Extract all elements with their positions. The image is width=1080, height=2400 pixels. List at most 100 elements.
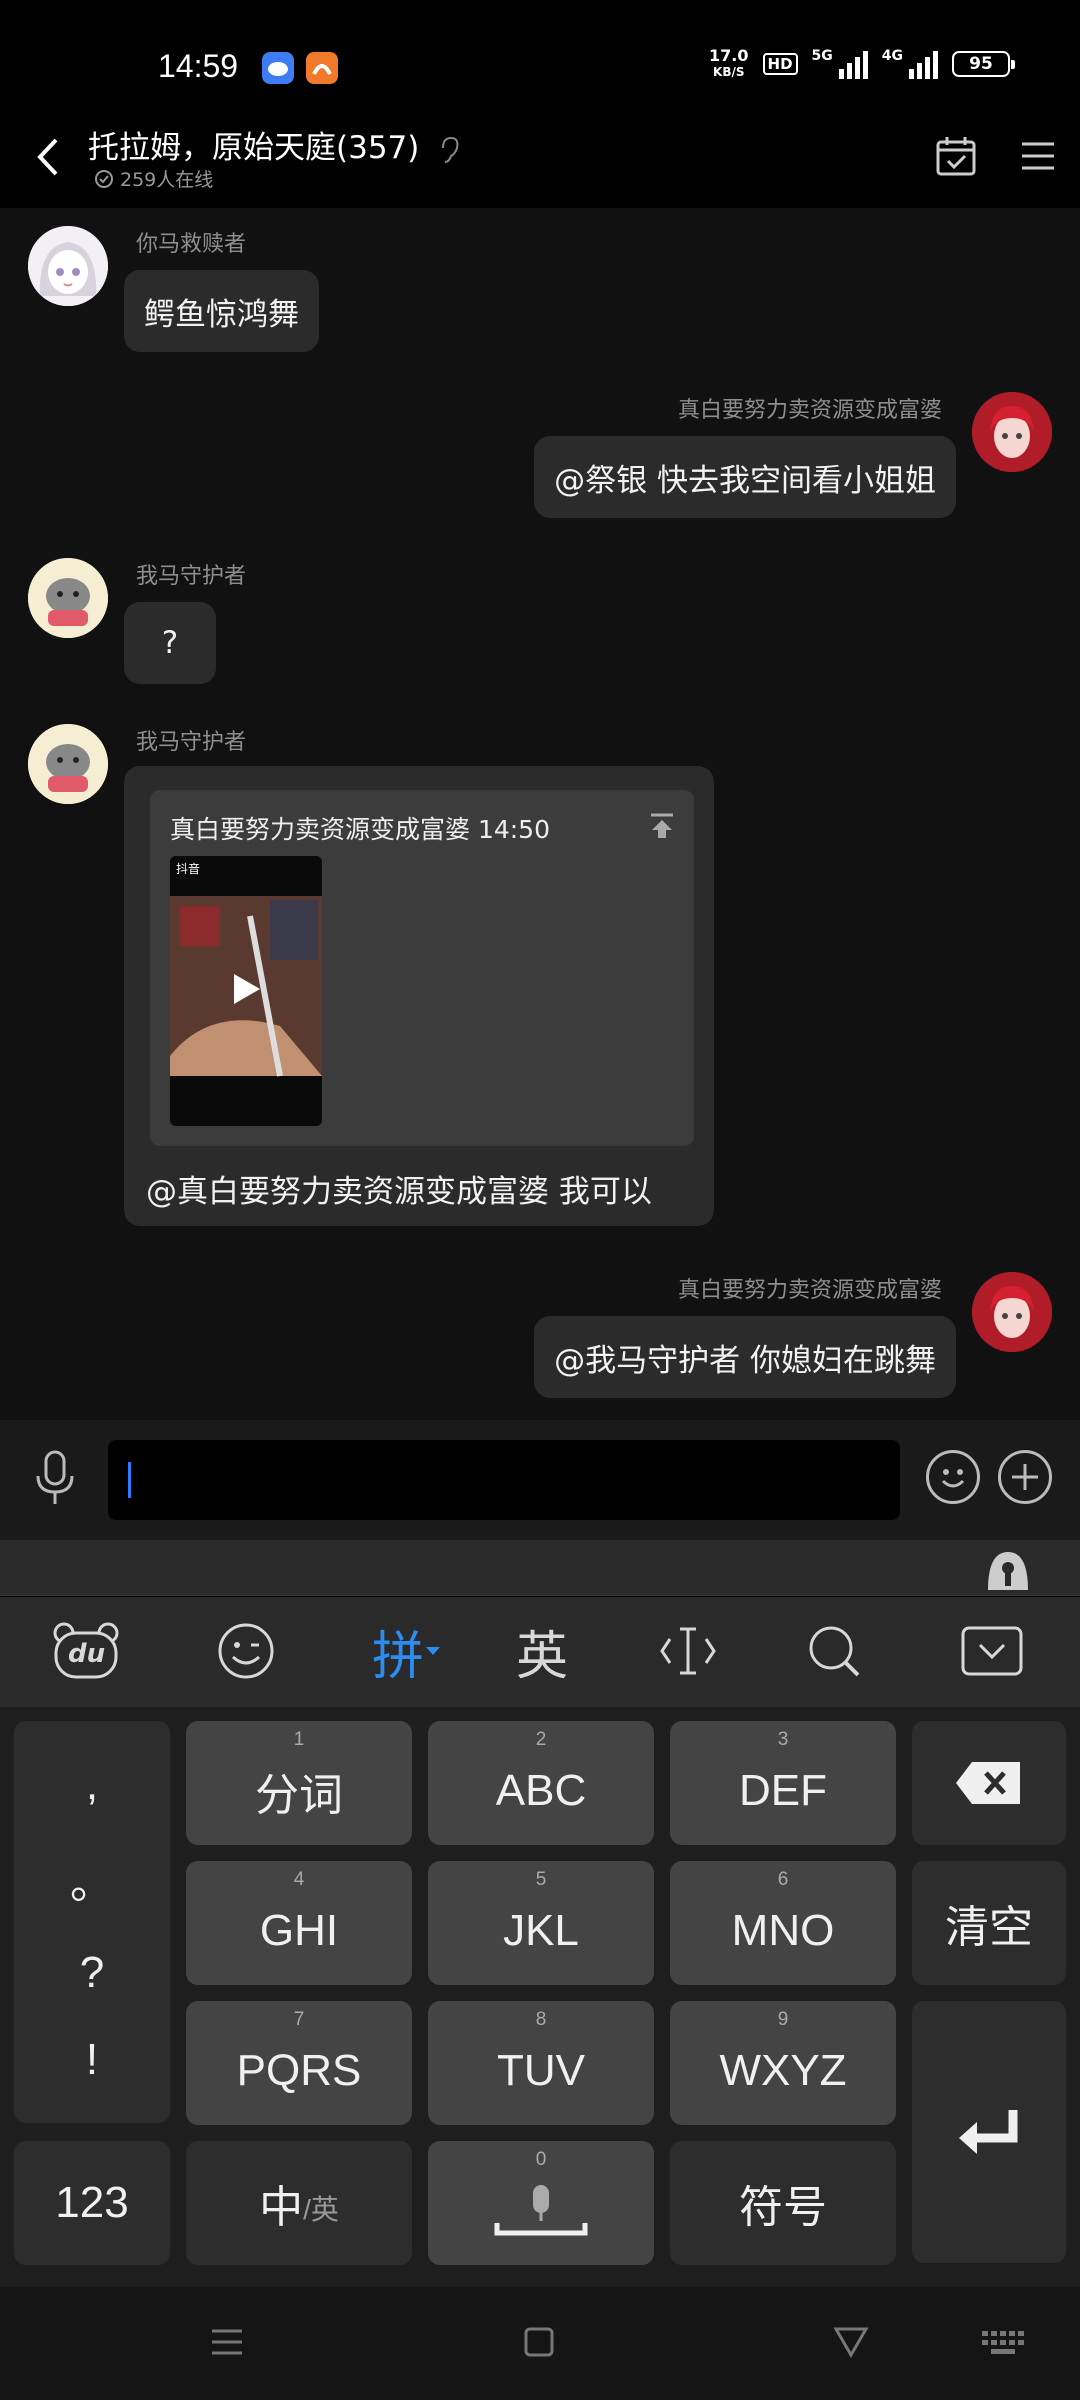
key-label: 分词 bbox=[255, 1771, 343, 1820]
emoji-button[interactable] bbox=[926, 1450, 980, 1504]
cursor-edit-button[interactable] bbox=[656, 1619, 720, 1683]
clear-key[interactable]: 清空 bbox=[912, 1861, 1066, 1985]
message-bubble[interactable]: @我马守护者 你媳妇在跳舞 bbox=[534, 1316, 956, 1398]
message-input[interactable] bbox=[108, 1440, 900, 1520]
add-attachment-button[interactable] bbox=[998, 1450, 1052, 1504]
search-button[interactable] bbox=[802, 1619, 866, 1683]
calendar-check-icon bbox=[936, 137, 976, 176]
keyboard-toolbar: du 拼 英 bbox=[0, 1597, 1080, 1707]
back-nav-button[interactable] bbox=[826, 2317, 876, 2367]
punct-period[interactable]: 。 bbox=[70, 1847, 114, 1911]
key-number: 9 bbox=[777, 2009, 789, 2030]
key-4[interactable]: 4 GHI bbox=[186, 1861, 412, 1985]
avatar[interactable] bbox=[972, 392, 1052, 472]
battery-icon: 95 bbox=[952, 51, 1015, 77]
chat-header: 托拉姆，原始天庭(357) 259人在线 bbox=[0, 110, 1080, 208]
sender-name: 真白要努力卖资源变成富婆 bbox=[677, 1278, 942, 1303]
search-icon bbox=[809, 1626, 860, 1677]
assistant-arch-icon bbox=[988, 1552, 1028, 1590]
key-2[interactable]: 2 ABC bbox=[428, 1721, 654, 1845]
sender-name: 真白要努力卖资源变成富婆 bbox=[677, 398, 942, 423]
backspace-key[interactable] bbox=[912, 1721, 1066, 1845]
du-label: du bbox=[68, 1639, 106, 1669]
key-label: TUV bbox=[497, 2046, 585, 2095]
online-count-text: 259人在线 bbox=[120, 169, 214, 191]
message-bubble[interactable]: ? bbox=[124, 602, 216, 684]
punct-exclaim[interactable]: ! bbox=[86, 2035, 98, 2085]
keyboard-assistant-button[interactable] bbox=[984, 1548, 1032, 1592]
quoted-message-bubble[interactable]: 真白要努力卖资源变成富婆 14:50 抖音 @真白要努力卖资源变成富婆 我可以 bbox=[124, 766, 714, 1226]
keyboard-switch-button[interactable] bbox=[978, 2317, 1028, 2367]
menu-button[interactable] bbox=[1016, 134, 1060, 178]
english-mode-button[interactable]: 英 bbox=[510, 1619, 574, 1687]
key-number: 2 bbox=[535, 1729, 547, 1750]
sender-name: 我马守护者 bbox=[136, 564, 247, 589]
plus-icon bbox=[1012, 1464, 1038, 1490]
keyboard-candidate-bar bbox=[0, 1540, 1080, 1596]
punctuation-column[interactable]: , 。 ? ! bbox=[14, 1721, 170, 2123]
key-number: 7 bbox=[293, 2009, 305, 2030]
key-6[interactable]: 6 MNO bbox=[670, 1861, 896, 1985]
key-label: ABC bbox=[495, 1766, 587, 1815]
hamburger-menu-icon bbox=[1022, 142, 1054, 170]
key-label: JKL bbox=[503, 1906, 579, 1955]
microphone-icon bbox=[36, 1450, 74, 1504]
video-frame-image bbox=[170, 856, 322, 1126]
speed-value: 17.0 bbox=[709, 46, 749, 65]
caret-down-icon bbox=[426, 1647, 440, 1655]
key-number: 4 bbox=[293, 1869, 305, 1890]
key-9[interactable]: 9 WXYZ bbox=[670, 2001, 896, 2125]
key-5[interactable]: 5 JKL bbox=[428, 1861, 654, 1985]
avatar[interactable] bbox=[28, 558, 108, 638]
calendar-check-button[interactable] bbox=[934, 134, 978, 178]
emoji-keyboard-button[interactable] bbox=[214, 1619, 278, 1683]
punct-question[interactable]: ? bbox=[80, 1948, 104, 1998]
online-count: 259人在线 bbox=[94, 165, 213, 192]
key-label: MNO bbox=[731, 1906, 835, 1955]
key-3[interactable]: 3 DEF bbox=[670, 1721, 896, 1845]
key-number: 1 bbox=[293, 1729, 305, 1750]
recent-apps-button[interactable] bbox=[202, 2317, 252, 2367]
cloud-app-icon bbox=[262, 52, 294, 84]
space-key[interactable]: 0 bbox=[428, 2141, 654, 2265]
enter-key[interactable] bbox=[912, 2001, 1066, 2263]
home-button[interactable] bbox=[514, 2317, 564, 2367]
numeric-mode-key[interactable]: 123 bbox=[14, 2141, 170, 2265]
key-1[interactable]: 1 分词 bbox=[186, 1721, 412, 1845]
group-title[interactable]: 托拉姆，原始天庭(357) bbox=[88, 122, 461, 167]
signal-4g-icon bbox=[909, 49, 938, 79]
punct-comma[interactable]: , bbox=[86, 1760, 98, 1810]
pin-to-top-icon[interactable] bbox=[648, 812, 676, 840]
du-keyboard-button[interactable]: du bbox=[52, 1619, 120, 1683]
zh-label: 中 bbox=[259, 2183, 304, 2232]
pinyin-mode-button[interactable]: 拼 bbox=[362, 1619, 452, 1687]
back-button[interactable] bbox=[28, 132, 68, 182]
avatar[interactable] bbox=[972, 1272, 1052, 1352]
symbols-key[interactable]: 符号 bbox=[670, 2141, 896, 2265]
video-thumbnail[interactable]: 抖音 bbox=[170, 856, 322, 1126]
status-indicators: 17.0 KB/S HD 5G 4G 95 bbox=[709, 46, 1015, 80]
avatar[interactable] bbox=[28, 226, 108, 306]
chat-message-list[interactable]: 你马救赎者 鳄鱼惊鸿舞 真白要努力卖资源变成富婆 @祭银 快去我空间看小姐姐 我… bbox=[0, 208, 1080, 1420]
text-caret bbox=[128, 1462, 131, 1498]
avatar[interactable] bbox=[28, 724, 108, 804]
message-bubble[interactable]: @祭银 快去我空间看小姐姐 bbox=[534, 436, 956, 518]
key-7[interactable]: 7 PQRS bbox=[186, 2001, 412, 2125]
key-number: 6 bbox=[777, 1869, 789, 1890]
chevron-left-icon bbox=[37, 138, 58, 176]
space-mic-icon bbox=[494, 2185, 588, 2236]
menu-lines-icon bbox=[212, 2329, 242, 2355]
backspace-icon bbox=[956, 1762, 1020, 1804]
quoted-video-card[interactable]: 真白要努力卖资源变成富婆 14:50 抖音 bbox=[150, 790, 694, 1146]
key-label: GHI bbox=[259, 1906, 339, 1955]
key-number: 0 bbox=[535, 2149, 547, 2170]
message-bubble[interactable]: 鳄鱼惊鸿舞 bbox=[124, 270, 319, 352]
message-text: @真白要努力卖资源变成富婆 我可以 bbox=[146, 1174, 652, 1210]
horse-avatar-icon bbox=[28, 558, 108, 638]
hide-keyboard-button[interactable] bbox=[960, 1619, 1024, 1683]
text-cursor-icon bbox=[660, 1627, 716, 1675]
net-type-b: 4G bbox=[881, 48, 903, 64]
chinese-english-toggle-key[interactable]: 中/英 bbox=[186, 2141, 412, 2265]
voice-input-button[interactable] bbox=[30, 1448, 80, 1508]
key-8[interactable]: 8 TUV bbox=[428, 2001, 654, 2125]
